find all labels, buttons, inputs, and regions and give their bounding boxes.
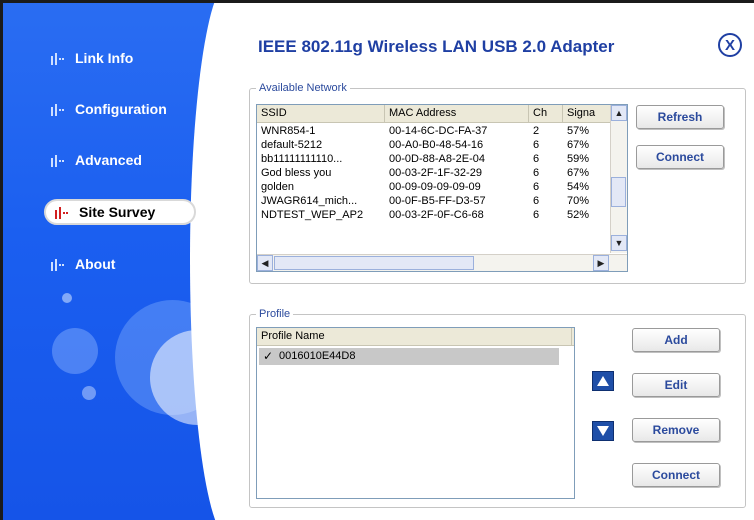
signal-bars-icon [51,104,64,116]
network-row[interactable]: JWAGR614_mich... 00-0F-B5-FF-D3-57 6 70% [257,195,627,207]
sidebar-curve [190,0,230,520]
column-ssid[interactable]: SSID [257,105,385,122]
channel-cell: 6 [533,167,540,179]
window-border [0,0,3,520]
network-row[interactable]: golden 00-09-09-09-09-09 6 54% [257,181,627,193]
ssid-cell: WNR854-1 [261,125,316,137]
channel-cell: 6 [533,195,540,207]
move-up-button[interactable] [592,371,614,391]
close-button[interactable]: X [718,33,742,57]
signal-cell: 52% [567,209,590,221]
mac-cell: 00-A0-B0-48-54-16 [389,139,484,151]
profile-list[interactable]: Profile Name ✓ 0016010E44D8 [256,327,575,499]
network-row[interactable]: bb11111111110... 00-0D-88-A8-2E-04 6 59% [257,153,627,165]
signal-bars-icon [55,207,68,219]
column-channel[interactable]: Ch [529,105,563,122]
mac-cell: 00-09-09-09-09-09 [389,181,481,193]
column-profile-name[interactable]: Profile Name [257,328,572,345]
channel-cell: 6 [533,181,540,193]
channel-cell: 6 [533,139,540,151]
ssid-cell: bb11111111110... [261,153,343,165]
network-row[interactable]: default-5212 00-A0-B0-48-54-16 6 67% [257,139,627,151]
sidebar-item-configuration[interactable]: Configuration [50,96,167,122]
add-profile-button[interactable]: Add [632,328,720,352]
signal-cell: 57% [567,125,590,137]
edit-profile-button[interactable]: Edit [632,373,720,397]
network-row[interactable]: NDTEST_WEP_AP2 00-03-2F-0F-C6-68 6 52% [257,209,627,221]
sidebar-item-label: About [75,256,116,272]
ssid-cell: JWAGR614_mich... [261,195,358,207]
decor-bubble [82,386,96,400]
connect-network-button[interactable]: Connect [636,145,724,169]
decor-bubble [62,293,72,303]
sidebar-item-label: Configuration [75,101,167,117]
ssid-cell: God bless you [261,167,332,179]
signal-cell: 67% [567,139,590,151]
scroll-down-button[interactable]: ▼ [611,235,627,251]
mac-cell: 00-03-2F-0F-C6-68 [389,209,484,221]
sidebar-item-advanced[interactable]: Advanced [50,147,142,173]
sidebar-item-link-info[interactable]: Link Info [50,45,133,71]
mac-cell: 00-0F-B5-FF-D3-57 [389,195,486,207]
available-network-legend: Available Network [259,82,347,94]
scroll-left-button[interactable]: ◀ [257,255,273,271]
app-window: Link Info Configuration Advanced Site Su… [0,0,754,520]
sidebar-item-about[interactable]: About [50,251,115,277]
profile-list-header: Profile Name [257,328,574,346]
vertical-scrollbar[interactable]: ▲ ▼ [610,105,627,253]
channel-cell: 6 [533,153,540,165]
ssid-cell: golden [261,181,295,193]
signal-bars-icon [51,155,64,167]
signal-cell: 59% [567,153,590,165]
profile-row[interactable]: ✓ 0016010E44D8 [259,348,559,365]
page-title: IEEE 802.11g Wireless LAN USB 2.0 Adapte… [258,37,615,56]
mac-cell: 00-03-2F-1F-32-29 [389,167,482,179]
signal-cell: 54% [567,181,590,193]
signal-cell: 70% [567,195,590,207]
profile-name: 0016010E44D8 [279,350,356,362]
scroll-thumb[interactable] [611,177,626,207]
move-down-button[interactable] [592,421,614,441]
scroll-right-button[interactable]: ▶ [593,255,609,271]
network-list-header: SSID MAC Address Ch Signa [257,105,627,123]
channel-cell: 6 [533,209,540,221]
network-row[interactable]: God bless you 00-03-2F-1F-32-29 6 67% [257,167,627,179]
horizontal-scrollbar[interactable]: ◀ ▶ [257,254,627,271]
remove-profile-button[interactable]: Remove [632,418,720,442]
scroll-up-button[interactable]: ▲ [611,105,627,121]
mac-cell: 00-0D-88-A8-2E-04 [389,153,485,165]
signal-bars-icon [51,53,64,65]
ssid-cell: NDTEST_WEP_AP2 [261,209,364,221]
channel-cell: 2 [533,125,540,137]
arrow-down-icon [597,426,609,436]
close-icon: X [724,36,735,54]
column-mac-address[interactable]: MAC Address [385,105,529,122]
connect-profile-button[interactable]: Connect [632,463,720,487]
sidebar-item-label: Site Survey [79,204,156,220]
network-row[interactable]: WNR854-1 00-14-6C-DC-FA-37 2 57% [257,125,627,137]
arrow-up-icon [597,376,609,386]
scroll-thumb[interactable] [274,256,474,270]
network-list[interactable]: SSID MAC Address Ch Signa WNR854-1 00-14-… [256,104,628,272]
signal-cell: 67% [567,167,590,179]
decor-bubble [52,328,98,374]
check-icon: ✓ [263,349,274,363]
sidebar-item-site-survey[interactable]: Site Survey [44,199,196,225]
sidebar-item-label: Link Info [75,50,134,66]
profile-legend: Profile [259,308,291,320]
sidebar-item-label: Advanced [75,152,142,168]
sidebar: Link Info Configuration Advanced Site Su… [0,0,230,520]
ssid-cell: default-5212 [261,139,323,151]
column-signal[interactable]: Signa [563,105,611,122]
signal-bars-icon [51,259,64,271]
refresh-button[interactable]: Refresh [636,105,724,129]
window-border [0,0,754,3]
mac-cell: 00-14-6C-DC-FA-37 [389,125,488,137]
